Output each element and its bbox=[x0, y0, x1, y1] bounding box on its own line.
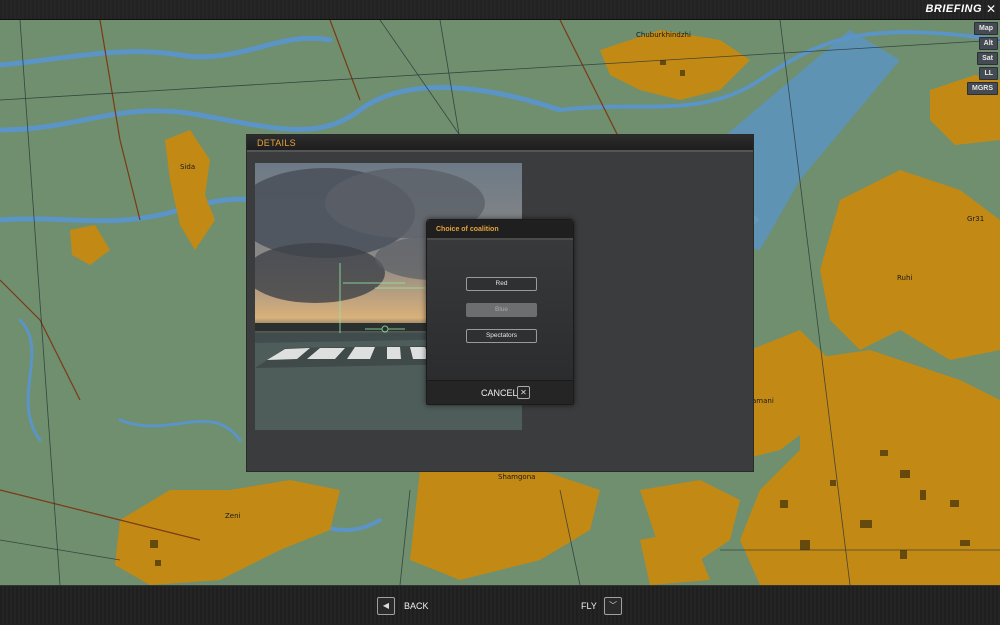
close-icon[interactable]: ✕ bbox=[517, 386, 530, 399]
close-icon[interactable]: ✕ bbox=[985, 2, 997, 16]
layer-mgrs-button[interactable]: MGRS bbox=[967, 82, 998, 95]
town-label: amani bbox=[752, 397, 774, 405]
back-button[interactable]: BACK bbox=[404, 601, 429, 611]
chevron-down-icon[interactable]: ﹀ bbox=[604, 597, 622, 615]
left-arrow-icon[interactable]: ◀ bbox=[377, 597, 395, 615]
bottom-bar: ◀ BACK FLY ﹀ bbox=[0, 585, 1000, 625]
fly-button[interactable]: FLY bbox=[581, 601, 597, 611]
map-layer-toolbar: Map Alt Sat LL MGRS bbox=[967, 22, 998, 95]
coalition-dialog: Choice of coalition Red Blue Spectators … bbox=[426, 219, 574, 405]
town-label: Zeni bbox=[225, 512, 241, 520]
dialog-title: Choice of coalition bbox=[427, 220, 573, 240]
coalition-red-button[interactable]: Red bbox=[466, 277, 537, 291]
top-bar: BRIEFING ✕ bbox=[0, 0, 1000, 20]
town-label: Sida bbox=[180, 163, 196, 171]
layer-map-button[interactable]: Map bbox=[974, 22, 998, 35]
details-title: DETAILS bbox=[247, 135, 753, 152]
dialog-footer: CANCEL ✕ bbox=[427, 380, 573, 404]
coalition-blue-button: Blue bbox=[466, 303, 537, 317]
town-label: Chuburkhindzhi bbox=[636, 31, 691, 39]
layer-ll-button[interactable]: LL bbox=[979, 67, 998, 80]
coalition-spectators-button[interactable]: Spectators bbox=[466, 329, 537, 343]
layer-sat-button[interactable]: Sat bbox=[977, 52, 998, 65]
town-label: Gr31 bbox=[967, 215, 985, 223]
layer-alt-button[interactable]: Alt bbox=[978, 37, 998, 50]
cancel-button[interactable]: CANCEL bbox=[481, 388, 518, 398]
screen-title: BRIEFING bbox=[925, 3, 982, 15]
town-label: Shamgona bbox=[498, 473, 536, 481]
town-label: Ruhi bbox=[897, 274, 913, 282]
